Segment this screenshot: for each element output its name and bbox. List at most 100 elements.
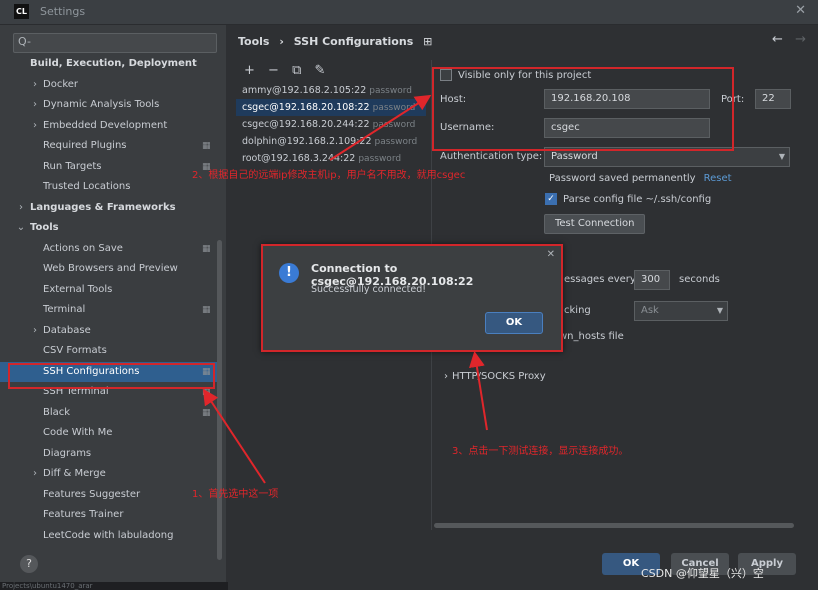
- parse-config-row[interactable]: ✓ Parse config file ~/.ssh/config: [545, 193, 711, 205]
- sidebar-scrollbar[interactable]: [217, 240, 222, 560]
- keepalive-prefix: essages every: [564, 274, 636, 285]
- chevron-right-icon[interactable]: ›: [16, 198, 26, 218]
- sidebar-item-label: Terminal: [43, 304, 86, 315]
- host-list-item[interactable]: dolphin@192.168.2.109:22 password: [236, 133, 426, 150]
- chevron-down-icon[interactable]: ⌄: [16, 218, 26, 238]
- form-scrollbar[interactable]: [434, 523, 794, 528]
- sidebar-item-features-suggester[interactable]: Features Suggester: [0, 485, 222, 505]
- proxy-section[interactable]: › HTTP/SOCKS Proxy: [444, 371, 546, 382]
- chevron-down-icon: ▼: [778, 152, 785, 161]
- sidebar-item-build-execution-deployment[interactable]: Build, Execution, Deployment: [0, 54, 222, 74]
- sidebar-item-label: Diff & Merge: [43, 468, 106, 479]
- highlight-host-box: [432, 67, 734, 151]
- sidebar-item-diagrams[interactable]: Diagrams: [0, 444, 222, 464]
- settings-sidebar: Q- Build, Execution, Deployment › Docker › D…: [0, 25, 226, 590]
- annotation-step-1: 1、首先选中这一项: [192, 489, 279, 500]
- host-key-checking-select[interactable]: Ask ▼: [634, 301, 728, 321]
- sidebar-item-label: Required Plugins: [43, 140, 127, 151]
- copy-icon[interactable]: ⧉: [292, 63, 301, 78]
- close-icon[interactable]: ✕: [547, 249, 555, 260]
- reset-link[interactable]: Reset: [704, 173, 732, 184]
- search-icon: Q-: [18, 35, 31, 48]
- test-connection-button[interactable]: Test Connection: [544, 214, 646, 234]
- sidebar-item-csv-formats[interactable]: CSV Formats: [0, 341, 222, 361]
- host-key-checking-value: Ask: [641, 305, 659, 316]
- chevron-right-icon[interactable]: ›: [30, 116, 40, 136]
- chevron-right-icon[interactable]: ›: [30, 321, 40, 341]
- info-icon: !: [279, 263, 299, 283]
- watermark: CSDN @仰望星（兴）空: [641, 567, 764, 580]
- edit-icon[interactable]: ✎: [315, 63, 326, 78]
- breadcrumb-separator: ›: [279, 35, 284, 48]
- annotation-step-2: 2、根据自己的远端ip修改主机ip，用户名不用改，就用csgec: [192, 170, 466, 181]
- sidebar-item-run-targets[interactable]: Run Targets ▦: [0, 157, 222, 177]
- sidebar-item-embedded-development[interactable]: › Embedded Development: [0, 116, 222, 136]
- auth-type-label: Authentication type:: [440, 151, 543, 162]
- known-hosts-label: wn_hosts file: [559, 331, 624, 342]
- chevron-down-icon: ▼: [716, 306, 723, 315]
- sidebar-item-database[interactable]: › Database: [0, 321, 222, 341]
- search-input[interactable]: Q-: [13, 33, 217, 53]
- parse-config-checkbox[interactable]: ✓: [545, 193, 557, 205]
- close-icon[interactable]: ✕: [795, 3, 806, 18]
- host-list-item[interactable]: csgec@192.168.20.244:22 password: [236, 116, 426, 133]
- host-name: ammy@192.168.2.105:22: [242, 85, 367, 96]
- sidebar-item-label: Code With Me: [43, 427, 113, 438]
- keepalive-field[interactable]: 300: [634, 270, 670, 290]
- connection-dialog: ✕ ! Connection to csgec@192.168.20.108:2…: [261, 244, 563, 352]
- back-arrow-icon[interactable]: ←: [772, 32, 783, 47]
- project-settings-icon: ▦: [202, 243, 211, 254]
- project-settings-icon: ▦: [202, 305, 211, 315]
- sidebar-item-dynamic-analysis-tools[interactable]: › Dynamic Analysis Tools: [0, 95, 222, 115]
- host-auth-type: password: [369, 86, 412, 96]
- sidebar-item-terminal[interactable]: Terminal ▦: [0, 300, 222, 320]
- sidebar-item-actions-on-save[interactable]: Actions on Save ▦: [0, 239, 222, 259]
- host-name: csgec@192.168.20.244:22: [242, 119, 370, 130]
- sidebar-item-tools[interactable]: ⌄ Tools: [0, 218, 222, 238]
- sidebar-item-label: Dynamic Analysis Tools: [43, 99, 160, 110]
- sidebar-item-code-with-me[interactable]: Code With Me: [0, 423, 222, 443]
- sidebar-item-external-tools[interactable]: External Tools: [0, 280, 222, 300]
- sidebar-item-label: Features Trainer: [43, 509, 124, 520]
- sidebar-item-required-plugins[interactable]: Required Plugins ▦: [0, 136, 222, 156]
- sidebar-item-label: Build, Execution, Deployment: [30, 58, 197, 69]
- sidebar-item-label: Features Suggester: [43, 488, 141, 500]
- sidebar-item-web-browsers-and-preview[interactable]: Web Browsers and Preview: [0, 259, 222, 279]
- sidebar-item-languages-frameworks[interactable]: › Languages & Frameworks: [0, 198, 222, 218]
- chevron-right-icon: ›: [444, 371, 448, 382]
- remove-icon[interactable]: −: [268, 63, 279, 78]
- dialog-ok-button[interactable]: OK: [485, 312, 543, 334]
- hosts-toolbar: + − ⧉ ✎: [244, 63, 334, 78]
- breadcrumb-ssh-configurations: SSH Configurations: [293, 35, 414, 48]
- parse-config-label: Parse config file ~/.ssh/config: [563, 194, 712, 205]
- host-list-item[interactable]: csgec@192.168.20.108:22 password: [236, 99, 426, 116]
- sidebar-item-label: Languages & Frameworks: [30, 201, 176, 213]
- sidebar-item-black[interactable]: Black ▦: [0, 403, 222, 423]
- chevron-right-icon[interactable]: ›: [30, 75, 40, 95]
- sidebar-item-label: External Tools: [43, 283, 113, 295]
- host-auth-type: password: [374, 137, 418, 147]
- dialog-message: Successfully connected!: [311, 284, 427, 295]
- app-icon: CL: [14, 4, 29, 19]
- project-settings-icon: ▦: [202, 407, 211, 418]
- proxy-label: HTTP/SOCKS Proxy: [452, 371, 546, 382]
- chevron-right-icon[interactable]: ›: [30, 464, 40, 484]
- sidebar-item-leetcode-with-labuladong[interactable]: LeetCode with labuladong: [0, 526, 222, 546]
- forward-arrow-icon[interactable]: →: [795, 32, 806, 47]
- host-list-item[interactable]: root@192.168.3.244:22 password: [236, 150, 426, 167]
- port-field[interactable]: 22: [755, 89, 791, 109]
- host-name: csgec@192.168.20.108:22: [242, 102, 370, 113]
- add-icon[interactable]: +: [244, 63, 255, 78]
- sidebar-item-label: Run Targets: [43, 160, 102, 172]
- sidebar-item-label: Embedded Development: [43, 119, 168, 131]
- sidebar-item-features-trainer[interactable]: Features Trainer: [0, 505, 222, 525]
- sidebar-item-trusted-locations[interactable]: Trusted Locations: [0, 177, 222, 197]
- sidebar-item-docker[interactable]: › Docker: [0, 75, 222, 95]
- help-button[interactable]: ?: [20, 555, 38, 573]
- chevron-right-icon[interactable]: ›: [30, 95, 40, 115]
- host-list-item[interactable]: ammy@192.168.2.105:22 password: [236, 82, 426, 99]
- sidebar-item-label: Trusted Locations: [43, 181, 131, 192]
- project-settings-icon: ▦: [202, 141, 211, 151]
- auth-type-value: Password: [551, 151, 598, 162]
- sidebar-item-diff-merge[interactable]: › Diff & Merge: [0, 464, 222, 484]
